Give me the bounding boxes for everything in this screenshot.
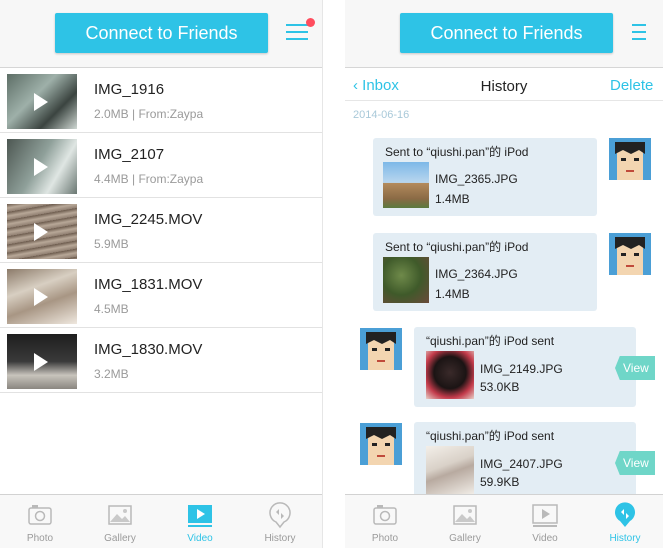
- connect-to-friends-button[interactable]: Connect to Friends: [400, 13, 613, 53]
- play-icon: [34, 288, 48, 306]
- video-meta: 4.4MB | From:Zaypa: [94, 172, 204, 186]
- message-title: “qiushi.pan”的 iPod sent: [426, 334, 555, 348]
- video-icon: [532, 504, 558, 527]
- photo-thumbnail: [426, 446, 474, 494]
- panel-divider: [322, 0, 323, 548]
- history-icon: [615, 502, 635, 527]
- message-bubble-sent[interactable]: Sent to “qiushi.pan”的 iPod IMG_2364.JPG …: [373, 233, 597, 311]
- video-meta: 3.2MB: [94, 367, 129, 381]
- gallery-icon: [108, 505, 132, 525]
- avatar-face-icon: [360, 423, 402, 465]
- tab-history[interactable]: History: [240, 495, 320, 548]
- file-size: 53.0KB: [480, 380, 520, 394]
- tab-label: History: [264, 533, 296, 544]
- tab-label: History: [609, 533, 641, 544]
- avatar: [360, 328, 402, 370]
- file-name: IMG_2149.JPG: [480, 362, 563, 376]
- play-icon: [34, 223, 48, 241]
- video-thumbnail: [7, 74, 77, 129]
- photo-icon: [373, 505, 397, 525]
- video-meta: 5.9MB: [94, 237, 129, 251]
- file-size: 1.4MB: [435, 192, 470, 206]
- play-icon: [34, 93, 48, 111]
- file-name: IMG_2365.JPG: [435, 172, 518, 186]
- file-size: 1.4MB: [435, 287, 470, 301]
- video-name: IMG_1916: [94, 81, 165, 98]
- video-row[interactable]: IMG_1831.MOV 4.5MB: [0, 263, 322, 328]
- video-icon: [188, 505, 212, 527]
- tab-history[interactable]: History: [585, 495, 663, 548]
- video-row[interactable]: IMG_1830.MOV 3.2MB: [0, 328, 322, 393]
- delete-button[interactable]: Delete: [610, 77, 653, 94]
- video-name: IMG_1831.MOV: [94, 276, 203, 293]
- photo-icon: [28, 505, 52, 525]
- video-list: IMG_1916 2.0MB | From:Zaypa IMG_2107 4.4…: [0, 68, 322, 393]
- tab-photo[interactable]: Photo: [0, 495, 80, 548]
- connect-to-friends-button[interactable]: Connect to Friends: [55, 13, 268, 53]
- photo-thumbnail: [383, 257, 429, 303]
- video-name: IMG_2245.MOV: [94, 211, 203, 228]
- menu-icon[interactable]: [632, 22, 646, 42]
- file-size: 59.9KB: [480, 475, 520, 489]
- tab-label: Photo: [371, 533, 399, 544]
- tab-gallery[interactable]: Gallery: [425, 495, 505, 548]
- history-icon: [269, 502, 291, 529]
- video-name: IMG_1830.MOV: [94, 341, 203, 358]
- video-thumbnail: [7, 139, 77, 194]
- message-title: Sent to “qiushi.pan”的 iPod: [385, 240, 529, 254]
- message-bubble-sent[interactable]: Sent to “qiushi.pan”的 iPod IMG_2365.JPG …: [373, 138, 597, 216]
- message-title: Sent to “qiushi.pan”的 iPod: [385, 145, 529, 159]
- history-nav-bar: ‹ Inbox History Delete: [345, 69, 663, 101]
- avatar: [360, 423, 402, 465]
- video-meta: 2.0MB | From:Zaypa: [94, 107, 204, 121]
- play-icon: [34, 353, 48, 371]
- tab-bar: Photo Gallery Video History: [345, 494, 663, 548]
- tab-bar: Photo Gallery Video History: [0, 494, 322, 548]
- video-meta: 4.5MB: [94, 302, 129, 316]
- video-name: IMG_2107: [94, 146, 165, 163]
- avatar: [609, 138, 651, 180]
- video-thumbnail: [7, 334, 77, 389]
- date-header: 2014-06-16: [353, 109, 410, 121]
- view-button[interactable]: View: [615, 356, 655, 380]
- history-screen: Connect to Friends ‹ Inbox History Delet…: [345, 0, 663, 548]
- video-thumbnail: [7, 204, 77, 259]
- tab-video[interactable]: Video: [160, 495, 240, 548]
- video-screen: Connect to Friends IMG_1916 2.0MB | From…: [0, 0, 322, 548]
- tab-gallery[interactable]: Gallery: [80, 495, 160, 548]
- file-name: IMG_2364.JPG: [435, 267, 518, 281]
- menu-icon[interactable]: [286, 22, 308, 42]
- gallery-icon: [453, 505, 477, 525]
- photo-thumbnail: [383, 162, 429, 208]
- tab-label: Video: [187, 533, 213, 544]
- tab-photo[interactable]: Photo: [345, 495, 425, 548]
- message-bubble-received[interactable]: “qiushi.pan”的 iPod sent IMG_2149.JPG 53.…: [414, 327, 636, 407]
- avatar-face-icon: [360, 328, 402, 370]
- video-thumbnail: [7, 269, 77, 324]
- video-row[interactable]: IMG_2245.MOV 5.9MB: [0, 198, 322, 263]
- tab-video[interactable]: Video: [505, 495, 585, 548]
- avatar-face-icon: [609, 233, 651, 275]
- tab-label: Video: [532, 533, 558, 544]
- message-bubble-received[interactable]: “qiushi.pan”的 iPod sent IMG_2407.JPG 59.…: [414, 422, 636, 502]
- avatar: [609, 233, 651, 275]
- top-bar: Connect to Friends: [345, 0, 663, 68]
- play-icon: [34, 158, 48, 176]
- photo-thumbnail: [426, 351, 474, 399]
- top-bar: Connect to Friends: [0, 0, 322, 68]
- panel-gap: [322, 0, 345, 548]
- tab-label: Gallery: [449, 533, 481, 544]
- video-row[interactable]: IMG_2107 4.4MB | From:Zaypa: [0, 133, 322, 198]
- tab-label: Photo: [26, 533, 54, 544]
- view-button[interactable]: View: [615, 451, 655, 475]
- notification-dot: [306, 18, 315, 27]
- file-name: IMG_2407.JPG: [480, 457, 563, 471]
- message-title: “qiushi.pan”的 iPod sent: [426, 429, 555, 443]
- avatar-face-icon: [609, 138, 651, 180]
- tab-label: Gallery: [104, 533, 136, 544]
- video-row[interactable]: IMG_1916 2.0MB | From:Zaypa: [0, 68, 322, 133]
